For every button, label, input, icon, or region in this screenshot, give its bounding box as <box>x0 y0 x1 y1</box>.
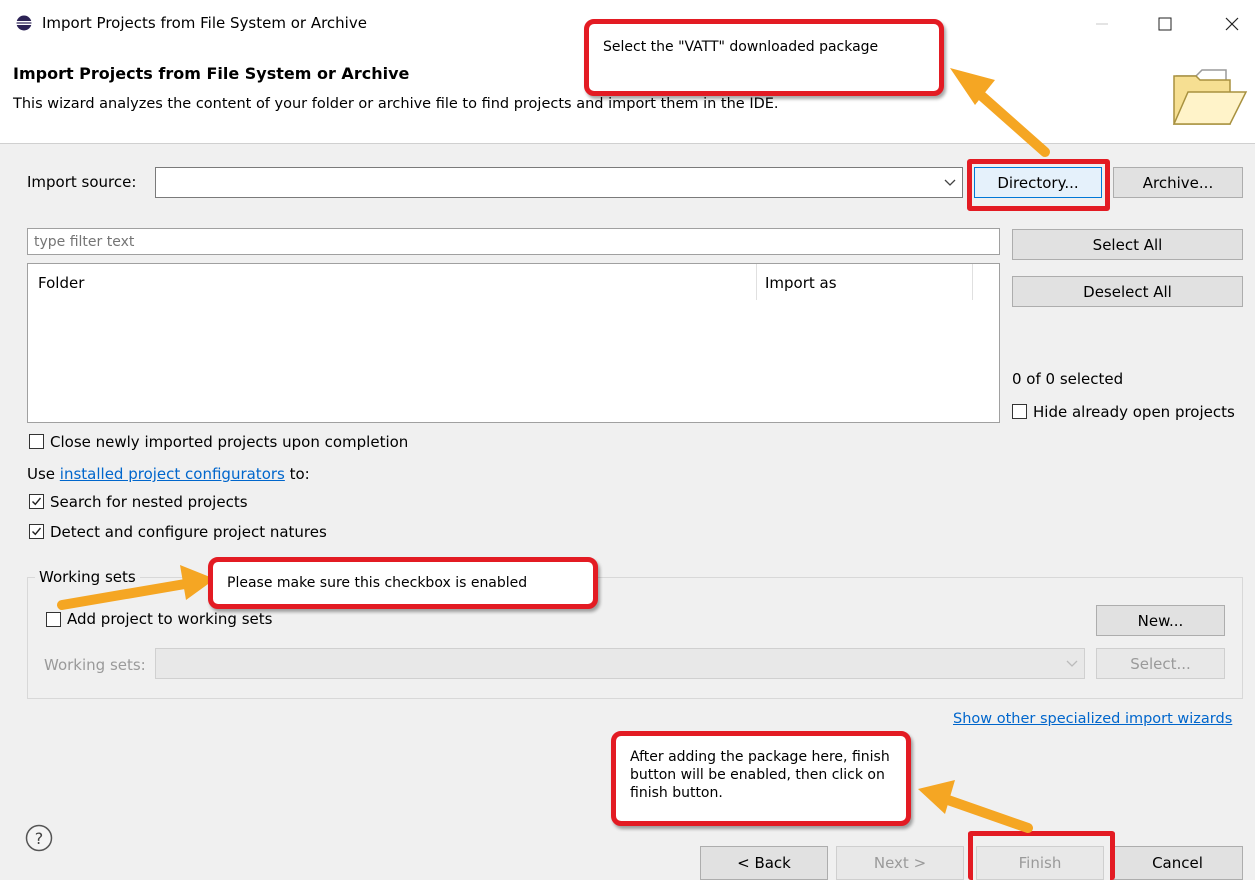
arrow-to-directory <box>950 68 1050 157</box>
checkbox-callout: Please make sure this checkbox is enable… <box>208 557 598 609</box>
arrow-to-finish-callout <box>918 780 1033 833</box>
directory-callout: Select the "VATT" downloaded package <box>584 19 944 96</box>
arrow-to-checkbox <box>57 565 215 610</box>
finish-callout: After adding the package here, finish bu… <box>611 731 911 826</box>
